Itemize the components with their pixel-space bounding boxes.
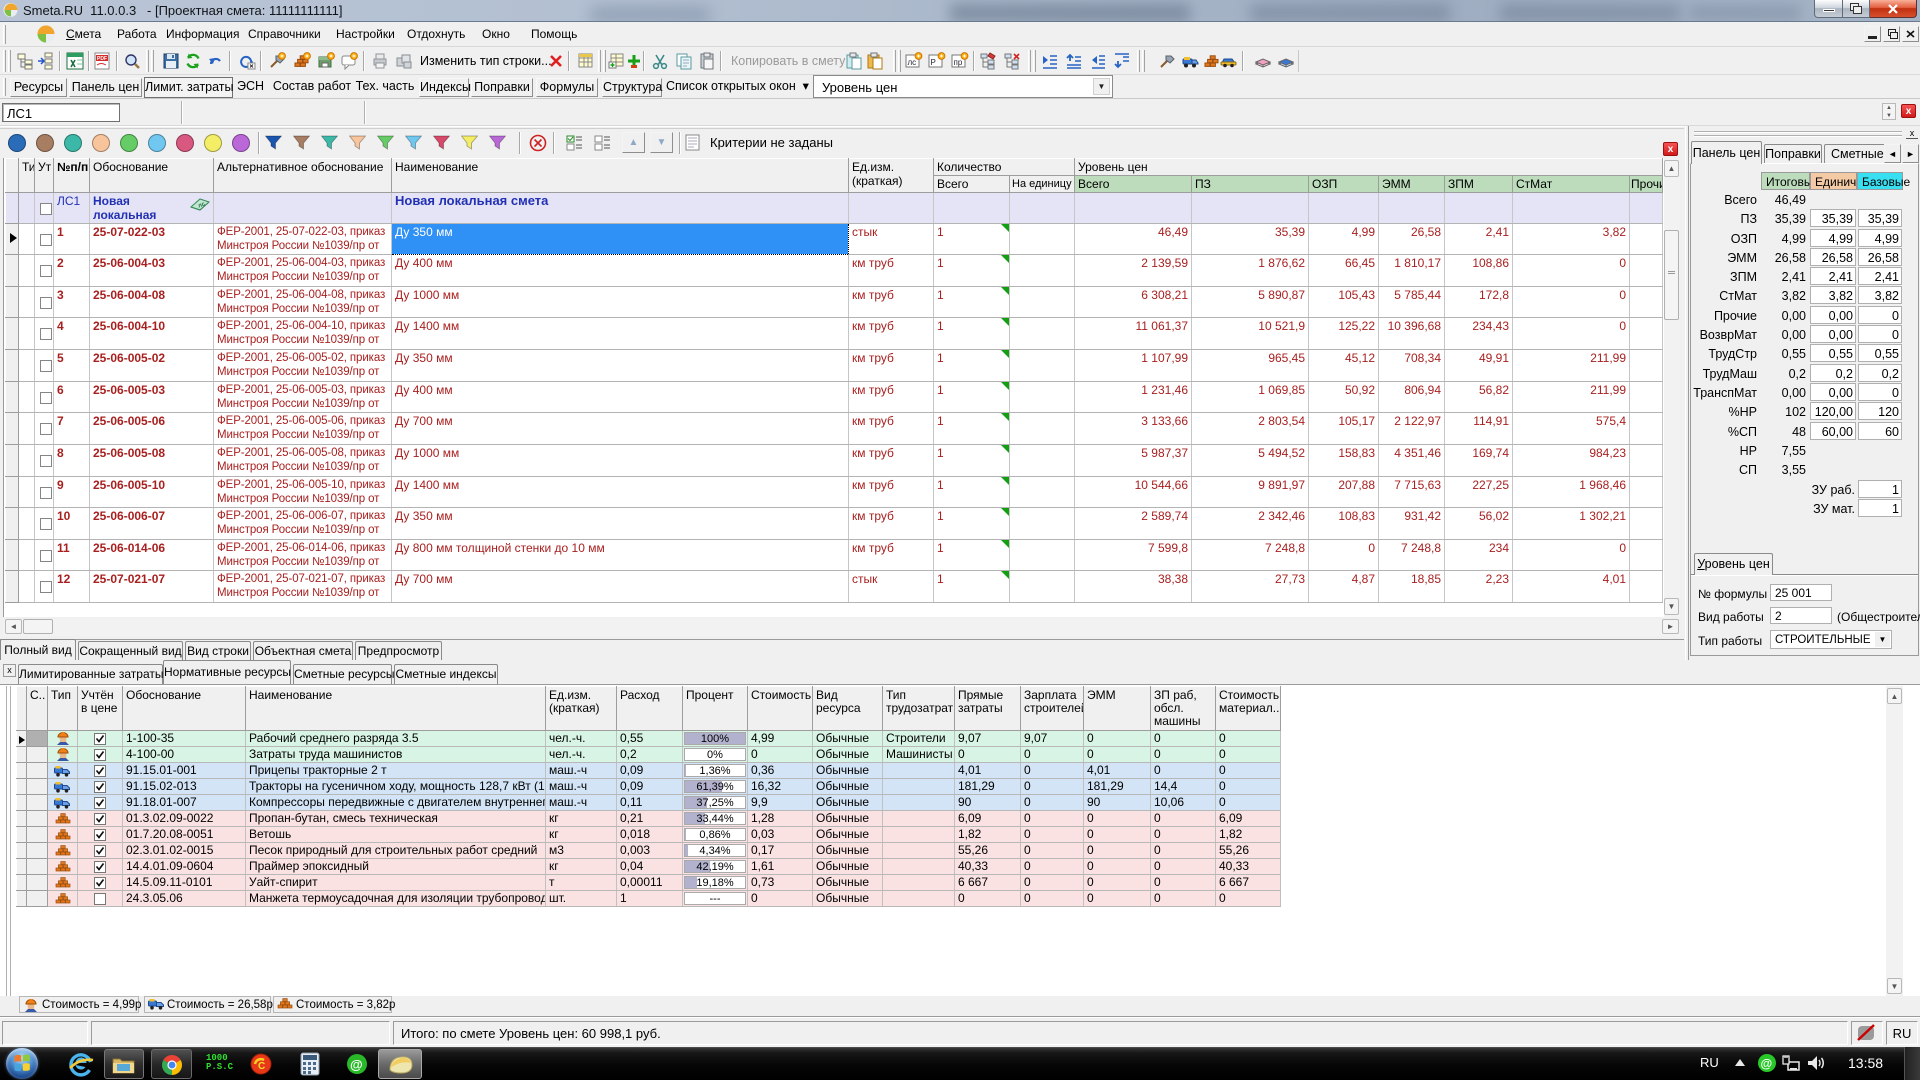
- svg-text:лс: лс: [908, 58, 917, 67]
- svg-text:пр: пр: [954, 58, 963, 67]
- svg-text:@: @: [1761, 1057, 1773, 1071]
- svg-text:Р: Р: [931, 58, 936, 67]
- svg-text:@: @: [350, 1057, 363, 1072]
- svg-text:C: C: [258, 1061, 265, 1072]
- svg-text:PDF: PDF: [97, 56, 107, 62]
